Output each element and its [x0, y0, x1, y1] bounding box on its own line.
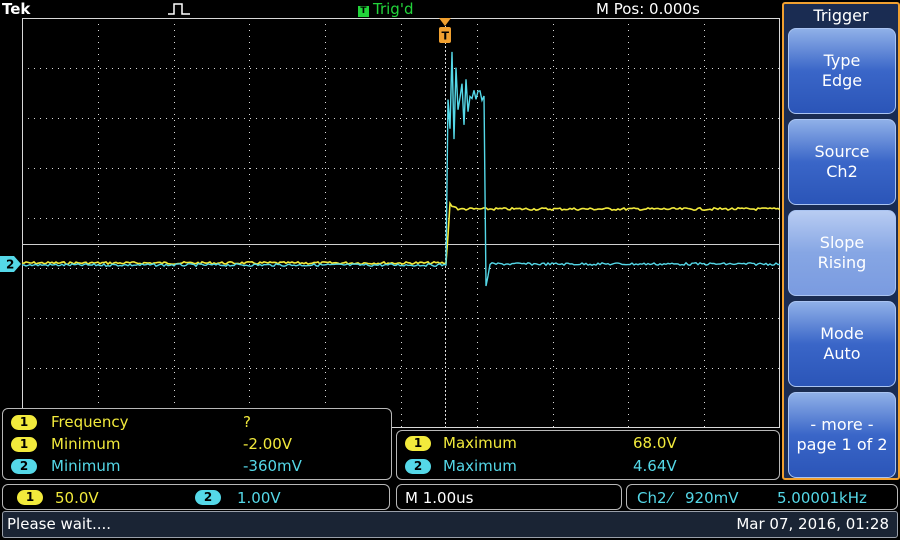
measurement-row: 2 [405, 456, 431, 476]
trigger-readout-bar[interactable]: Ch2 ⁄ 920mV 5.00001kHz [626, 484, 898, 510]
ch2-badge: 2 [405, 459, 431, 474]
horizontal-position: M Pos: 0.000s [596, 0, 700, 18]
measurements-panel-right[interactable]: 1 Maximum 68.0V 2 Maximum 4.64V [396, 430, 780, 480]
mode-button-label: Mode [820, 324, 864, 343]
measurement-row: 1 [405, 433, 431, 453]
status-message: Please wait.... [7, 515, 112, 533]
trigger-menu: Trigger Type Edge Source Ch2 Slope Risin… [782, 2, 900, 480]
trigger-source: Ch2 [637, 489, 667, 507]
status-footer: Please wait.... Mar 07, 2016, 01:28 [2, 511, 898, 538]
ch1-waveform [22, 200, 780, 266]
source-button-value: Ch2 [826, 162, 858, 181]
trigger-status-icon: T [358, 6, 369, 17]
timebase-bar[interactable]: M 1.00us [396, 484, 622, 510]
rising-edge-icon: ⁄ [669, 489, 672, 507]
measurement-value: 4.64V [633, 457, 677, 475]
waveform-display[interactable] [22, 18, 780, 428]
ch2-badge: 2 [195, 490, 221, 505]
more-button-label: - more - [810, 415, 874, 434]
measurement-label: Maximum [443, 457, 517, 475]
mode-button[interactable]: Mode Auto [788, 301, 896, 387]
ch2-scale: 1.00V [237, 489, 281, 507]
ch2-ground-marker-label: 2 [6, 258, 14, 272]
measurement-value: -2.00V [243, 435, 293, 453]
slope-button-value: Rising [817, 253, 867, 272]
menu-title: Trigger [813, 6, 869, 25]
timebase: M 1.00us [405, 489, 474, 507]
measurement-label: Maximum [443, 434, 517, 452]
ch1-badge: 1 [11, 437, 37, 452]
type-button-value: Edge [821, 71, 863, 90]
type-button[interactable]: Type Edge [788, 28, 896, 114]
source-button-label: Source [814, 142, 870, 161]
trigger-position-marker-label: T [442, 30, 450, 43]
ch2-badge: 2 [11, 459, 37, 474]
measurement-row: 1 [11, 434, 37, 454]
slope-button[interactable]: Slope Rising [788, 210, 896, 296]
ch1-badge: 1 [11, 415, 37, 430]
measurement-value: ? [243, 413, 251, 431]
measurements-panel-left[interactable]: 1 Frequency ? 1 Minimum -2.00V 2 Minimum… [2, 408, 392, 480]
slope-button-label: Slope [819, 233, 865, 252]
channel-scale-bar[interactable]: 1 50.0V 2 1.00V [2, 484, 390, 510]
trigger-status-label: Trig'd [373, 0, 414, 18]
ch1-scale: 50.0V [55, 489, 99, 507]
trigger-level: 920mV [685, 489, 739, 507]
trigger-frequency: 5.00001kHz [777, 489, 867, 507]
mode-button-value: Auto [823, 344, 861, 363]
brand-logo: Tek [2, 0, 31, 18]
measurement-value: 68.0V [633, 434, 677, 452]
measurement-label: Frequency [51, 413, 129, 431]
pulse-icon [168, 3, 190, 15]
more-button-page: page 1 of 2 [796, 435, 888, 454]
ch1-badge: 1 [405, 436, 431, 451]
measurement-row: 2 [11, 456, 37, 476]
measurement-row: 1 [11, 412, 37, 432]
more-button[interactable]: - more - page 1 of 2 [788, 392, 896, 478]
graticule [22, 18, 780, 428]
trigger-position-marker[interactable]: T [438, 18, 452, 46]
type-button-label: Type [823, 51, 861, 70]
ch1-badge: 1 [17, 490, 43, 505]
measurement-value: -360mV [243, 457, 302, 475]
measurement-label: Minimum [51, 457, 121, 475]
ch2-ground-marker[interactable]: 2 [0, 256, 22, 272]
source-button[interactable]: Source Ch2 [788, 119, 896, 205]
datetime: Mar 07, 2016, 01:28 [736, 515, 889, 533]
measurement-label: Minimum [51, 435, 121, 453]
trigger-status: T Trig'd [358, 0, 413, 18]
